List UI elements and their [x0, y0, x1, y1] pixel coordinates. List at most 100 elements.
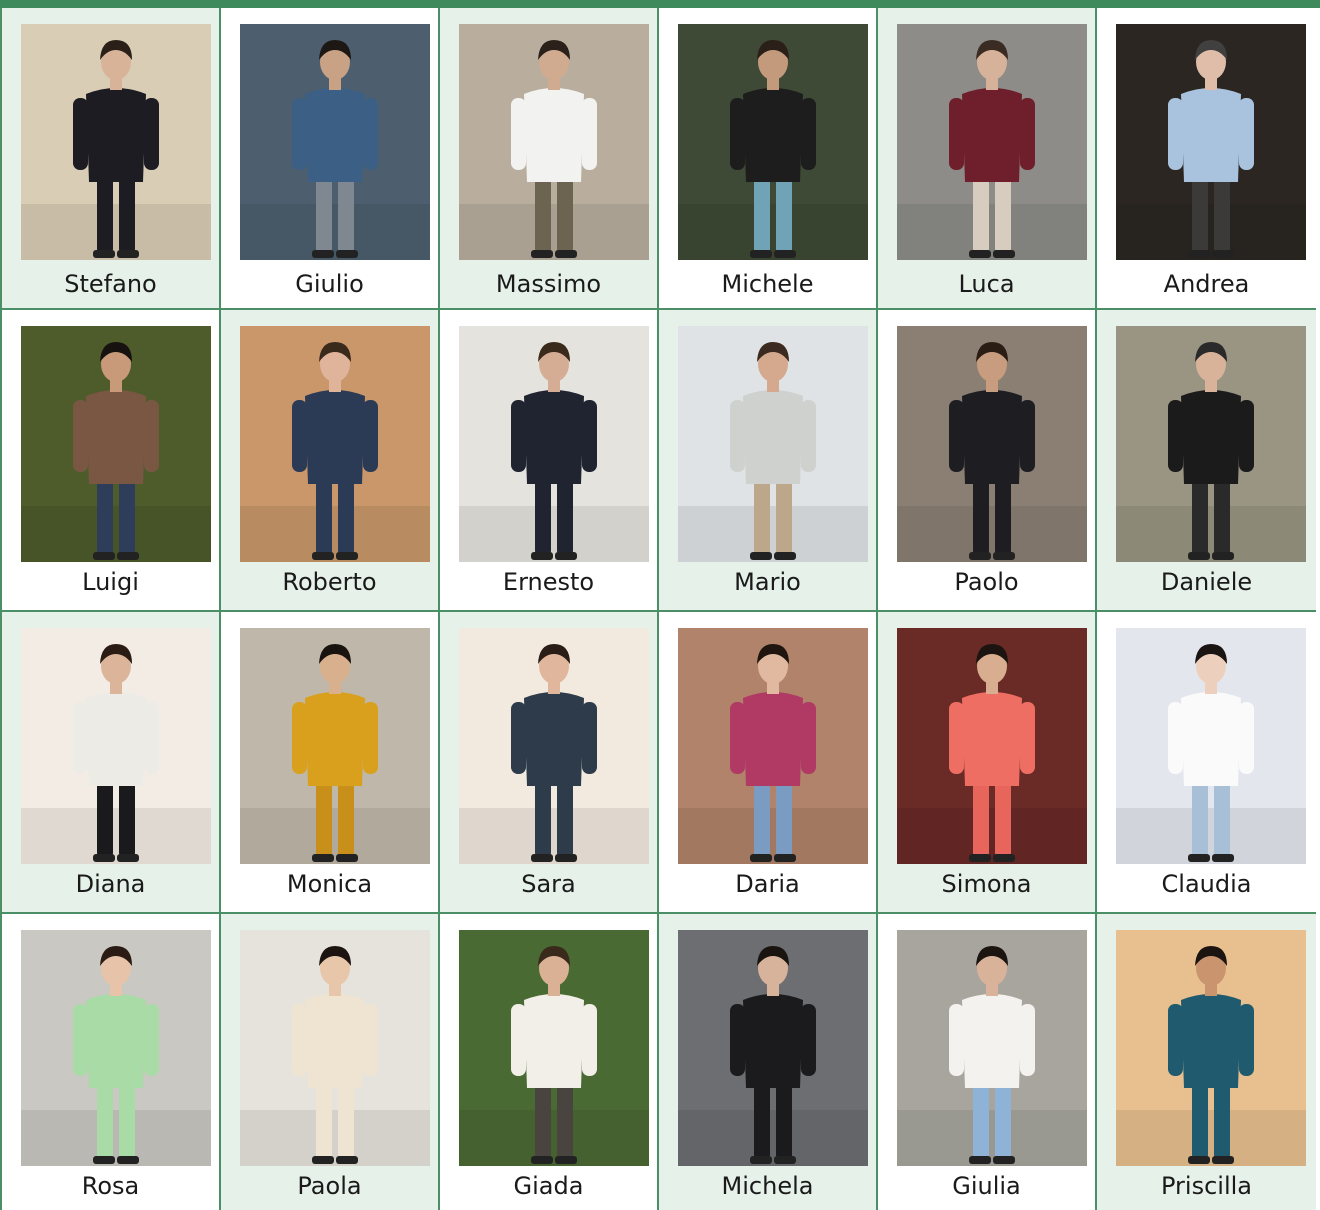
person-right-leg [776, 476, 792, 556]
person-name-label: Giulia [952, 1172, 1021, 1200]
photo-floor-shade [21, 1110, 211, 1166]
person-right-leg [338, 174, 354, 254]
person-name-label: Daniele [1160, 568, 1253, 596]
person-left-leg [1192, 476, 1208, 556]
photo-floor-shade [678, 506, 868, 562]
person-right-shoe [1212, 552, 1234, 560]
person-right-arm [582, 98, 597, 170]
person-left-leg [97, 778, 113, 858]
person-name-label: Paola [297, 1172, 362, 1200]
person-right-arm [582, 1004, 597, 1076]
person-card: Priscilla [1097, 914, 1316, 1210]
person-right-leg [995, 1080, 1011, 1160]
person-left-arm [730, 98, 745, 170]
photo-floor-shade [1116, 506, 1306, 562]
person-right-shoe [336, 854, 358, 862]
person-right-arm [1239, 400, 1254, 472]
person-right-leg [1214, 174, 1230, 254]
person-torso [743, 994, 803, 1088]
person-card: Giulio [221, 8, 440, 310]
person-photo [240, 628, 430, 864]
person-right-shoe [993, 552, 1015, 560]
person-photo [21, 930, 211, 1166]
person-right-arm [144, 400, 159, 472]
person-photo-illustration [240, 930, 430, 1166]
person-right-arm [363, 702, 378, 774]
person-photo-illustration [21, 628, 211, 864]
person-left-leg [973, 778, 989, 858]
person-photo-illustration [459, 24, 649, 260]
person-photo-illustration [678, 628, 868, 864]
person-right-arm [801, 98, 816, 170]
person-torso [86, 88, 146, 182]
person-left-shoe [93, 854, 115, 862]
person-card: Paolo [878, 310, 1097, 612]
photo-floor-shade [459, 506, 649, 562]
person-torso [86, 390, 146, 484]
person-right-shoe [774, 854, 796, 862]
person-left-leg [1192, 1080, 1208, 1160]
person-photo-illustration [21, 326, 211, 562]
person-right-leg [557, 476, 573, 556]
person-left-shoe [312, 250, 334, 258]
person-photo-illustration [240, 326, 430, 562]
person-right-shoe [774, 1156, 796, 1164]
person-right-arm [582, 702, 597, 774]
person-right-leg [1214, 1080, 1230, 1160]
person-left-arm [73, 1004, 88, 1076]
person-photo [678, 628, 868, 864]
person-right-arm [363, 98, 378, 170]
person-left-arm [292, 1004, 307, 1076]
person-torso [305, 390, 365, 484]
person-right-arm [801, 400, 816, 472]
person-left-shoe [93, 1156, 115, 1164]
person-photo-illustration [897, 24, 1087, 260]
photo-floor-shade [1116, 808, 1306, 864]
person-left-shoe [750, 854, 772, 862]
person-name-label: Roberto [282, 568, 377, 596]
person-right-leg [776, 778, 792, 858]
person-name-label: Luca [958, 270, 1015, 298]
person-left-arm [511, 1004, 526, 1076]
person-torso [962, 88, 1022, 182]
person-name-label: Michele [721, 270, 814, 298]
person-left-shoe [531, 250, 553, 258]
photo-floor-shade [897, 1110, 1087, 1166]
person-left-shoe [312, 1156, 334, 1164]
person-left-shoe [969, 1156, 991, 1164]
person-left-leg [316, 174, 332, 254]
person-left-shoe [969, 250, 991, 258]
person-left-shoe [1188, 854, 1210, 862]
person-card: Diana [2, 612, 221, 914]
person-photo [21, 628, 211, 864]
person-right-leg [995, 778, 1011, 858]
photo-floor-shade [21, 808, 211, 864]
person-right-arm [1020, 702, 1035, 774]
person-right-leg [1214, 476, 1230, 556]
person-photo [240, 930, 430, 1166]
person-photo [459, 24, 649, 260]
person-photo [897, 628, 1087, 864]
person-name-label: Andrea [1163, 270, 1250, 298]
person-left-shoe [750, 552, 772, 560]
person-left-leg [97, 476, 113, 556]
person-right-shoe [555, 854, 577, 862]
person-right-leg [1214, 778, 1230, 858]
person-card: Luca [878, 8, 1097, 310]
person-card: Simona [878, 612, 1097, 914]
person-right-shoe [774, 552, 796, 560]
person-torso [524, 994, 584, 1088]
person-left-leg [316, 476, 332, 556]
person-name-label: Diana [75, 870, 146, 898]
person-left-leg [535, 778, 551, 858]
person-photo [678, 24, 868, 260]
photo-floor-shade [240, 506, 430, 562]
person-left-leg [97, 174, 113, 254]
person-photo-illustration [678, 930, 868, 1166]
person-photo [897, 24, 1087, 260]
person-name-label: Claudia [1161, 870, 1252, 898]
person-card: Michela [659, 914, 878, 1210]
person-left-arm [511, 702, 526, 774]
person-torso [962, 692, 1022, 786]
person-left-arm [949, 1004, 964, 1076]
